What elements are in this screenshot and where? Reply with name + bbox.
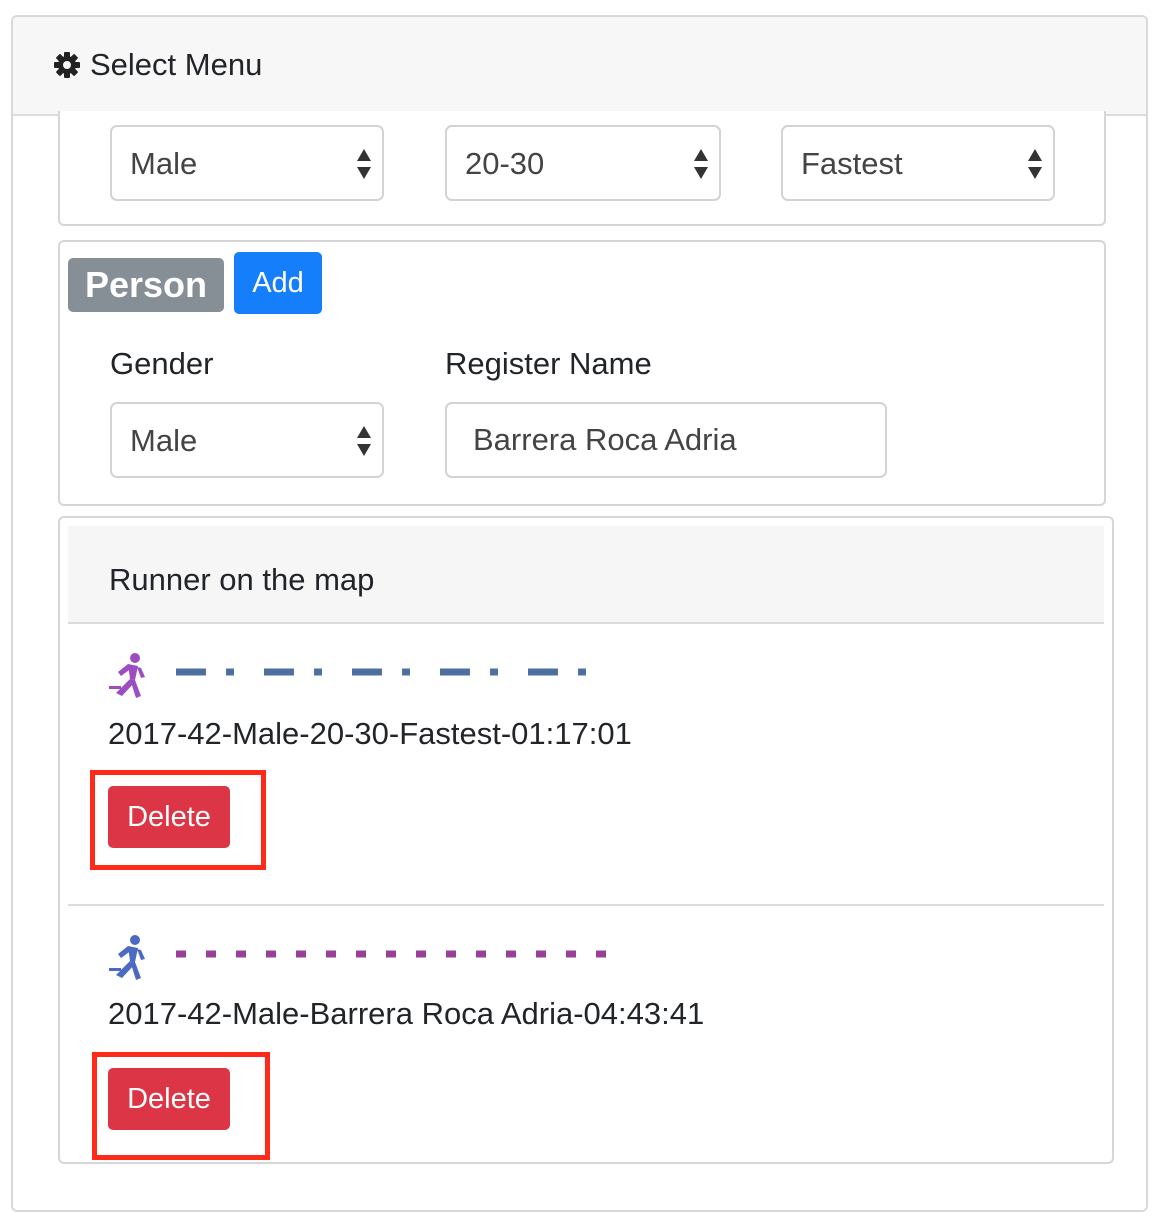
gender-value: Male xyxy=(130,423,198,458)
gender-label: Gender xyxy=(110,346,214,381)
register-name-field[interactable] xyxy=(445,402,887,478)
gear-icon xyxy=(54,52,80,78)
age-group-value: 20-30 xyxy=(465,146,545,181)
add-button[interactable]: Add xyxy=(234,252,322,314)
sort-select[interactable]: Fastest xyxy=(781,125,1055,201)
gender-select[interactable]: Male xyxy=(110,402,384,478)
runner-name: 2017-42-Male-20-30-Fastest-01:17:01 xyxy=(108,716,632,751)
runners-header: Runner on the map xyxy=(68,526,1104,624)
gender-filter-value: Male xyxy=(130,146,198,181)
runners-title: Runner on the map xyxy=(109,562,375,597)
person-card: Person Add Gender Register Name Male xyxy=(58,240,1106,506)
sort-value: Fastest xyxy=(801,146,903,181)
runner-icon xyxy=(109,653,145,698)
filters-card: Male 20-30 Fastest xyxy=(58,111,1106,226)
panel-title: Select Menu xyxy=(90,47,263,82)
runner-name: 2017-42-Male-Barrera Roca Adria-04:43:41 xyxy=(108,996,705,1031)
runner-track-line xyxy=(176,950,616,958)
runner-item: 2017-42-Male-Barrera Roca Adria-04:43:41… xyxy=(68,906,1104,1160)
gender-filter-select[interactable]: Male xyxy=(110,125,384,201)
select-arrows-icon xyxy=(694,149,708,179)
runners-card: Runner on the map 2017-42-Male-20-30-Fas… xyxy=(58,516,1114,1164)
select-arrows-icon xyxy=(1028,149,1042,179)
select-arrows-icon xyxy=(357,149,371,179)
register-name-label: Register Name xyxy=(445,346,652,381)
delete-button[interactable]: Delete xyxy=(108,1068,230,1130)
person-badge: Person xyxy=(68,258,224,312)
runner-icon xyxy=(109,935,145,980)
select-arrows-icon xyxy=(357,426,371,456)
panel-header: Select Menu xyxy=(13,17,1146,116)
runner-item: 2017-42-Male-20-30-Fastest-01:17:01 Dele… xyxy=(68,624,1104,904)
register-name-input[interactable] xyxy=(473,422,873,458)
select-menu-panel: Select Menu Male 20-30 Fastest Person Ad… xyxy=(11,15,1148,1212)
delete-button[interactable]: Delete xyxy=(108,786,230,848)
runner-track-line xyxy=(176,668,606,676)
age-group-select[interactable]: 20-30 xyxy=(445,125,721,201)
